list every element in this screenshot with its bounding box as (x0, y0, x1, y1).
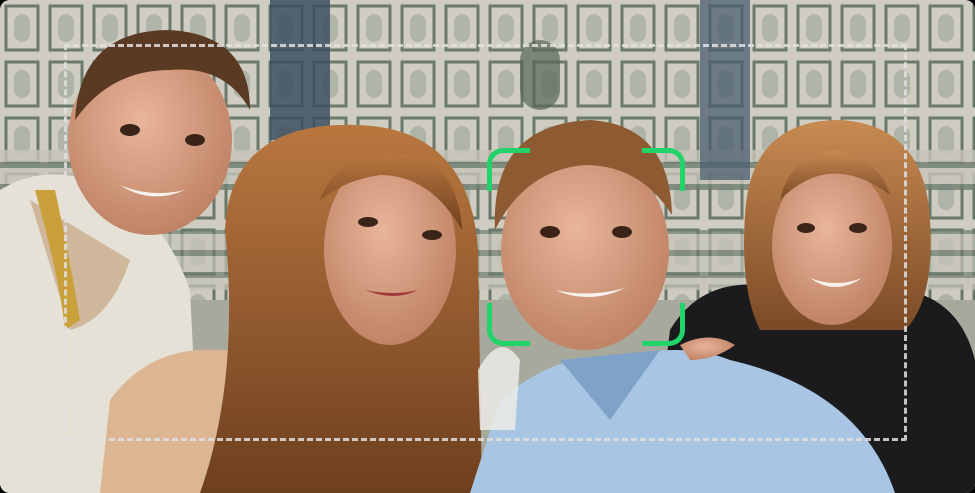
camera-viewfinder[interactable] (0, 0, 975, 493)
photo-scene (0, 0, 975, 493)
